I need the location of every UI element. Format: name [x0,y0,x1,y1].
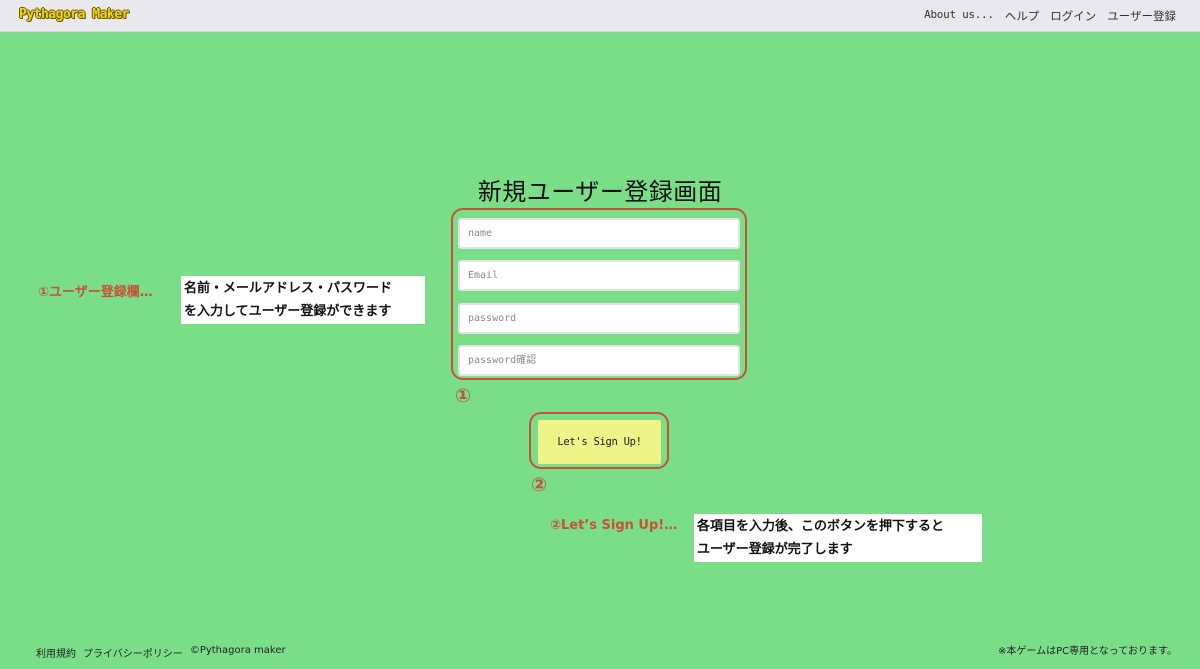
marker-2: ② [531,474,548,496]
marker-1: ① [455,385,472,407]
page-title: 新規ユーザー登録画面 [477,178,723,206]
top-navbar: Pythagora Maker About us... ヘルプ ログイン ユーザ… [0,0,1200,32]
privacy-link[interactable]: プライバシーポリシー [83,645,183,660]
nav-menu: About us... ヘルプ ログイン ユーザー登録 [924,8,1176,24]
pc-only-notice: ※本ゲームはPC専用となっております。 [998,646,1177,657]
name-input[interactable] [458,218,740,249]
annotation-1-box: 名前・メールアドレス・パスワード を入力してユーザー登録ができます [181,276,425,324]
annotation-1-line2: を入力してユーザー登録ができます [184,304,392,319]
email-input[interactable] [458,260,740,291]
annotation-2-label: ②Let’s Sign Up!… [550,518,678,533]
password-input[interactable] [458,303,740,334]
annotation-1-line1: 名前・メールアドレス・パスワード [184,281,393,296]
copyright-text: ©Pythagora maker [189,645,286,656]
nav-register-link[interactable]: ユーザー登録 [1107,8,1176,24]
signup-button[interactable]: Let's Sign Up! [538,420,661,464]
brand-logo[interactable]: Pythagora Maker [19,7,129,22]
terms-link[interactable]: 利用規約 [36,645,76,660]
nav-about-link[interactable]: About us... [924,8,994,24]
annotation-2-line2: ユーザー登録が完了します [697,542,853,557]
annotation-1-label: ①ユーザー登録欄… [38,285,153,300]
annotation-2-line1: 各項目を入力後、このボタンを押下すると [697,519,945,534]
nav-login-link[interactable]: ログイン [1050,8,1096,24]
nav-help-link[interactable]: ヘルプ [1005,8,1040,24]
annotation-2-box: 各項目を入力後、このボタンを押下すると ユーザー登録が完了します [694,514,982,562]
password-confirm-input[interactable] [458,345,740,376]
footer-links: 利用規約 プライバシーポリシー ©Pythagora maker [36,645,286,660]
